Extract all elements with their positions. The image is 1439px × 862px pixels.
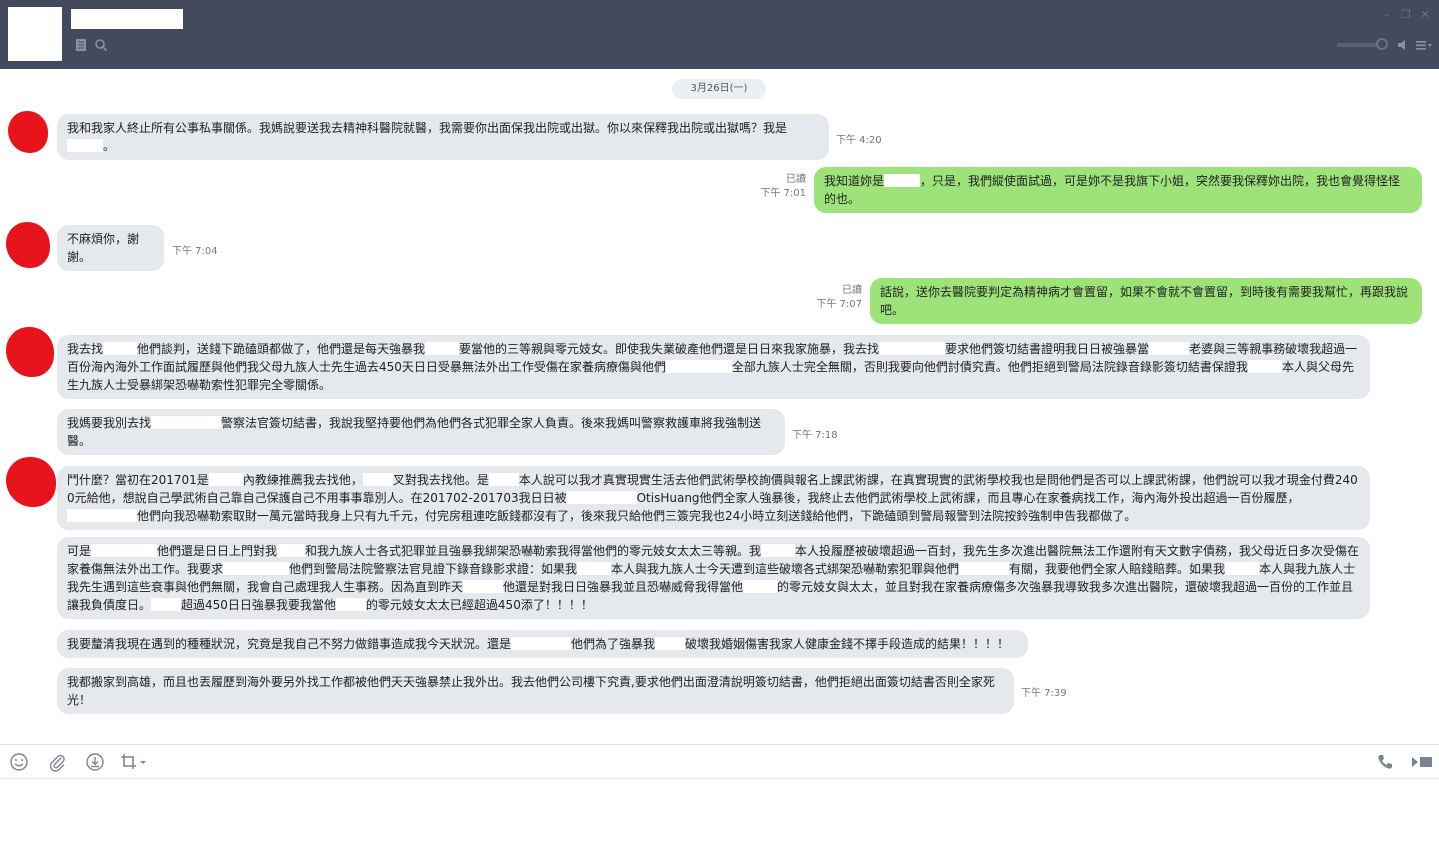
message-text: 全部九族人士完全無關，否則我要向他們討債究責。他們拒絕到警局法院錄音錄影簽切結書… (731, 360, 1248, 374)
message-text: 的零元妓女太太已經超過450添了！！！！ (365, 598, 593, 612)
emoji-icon[interactable] (9, 752, 29, 772)
message-text: 我去找 (67, 342, 104, 356)
redaction-mask (566, 491, 637, 504)
menu-icon[interactable] (1415, 38, 1433, 52)
redaction-mask (1247, 360, 1282, 373)
restore-icon[interactable]: ❐ (1399, 8, 1413, 21)
attach-icon[interactable] (47, 752, 67, 772)
chat-history[interactable]: 3月26日(一) 我和我家人終止所有公事私事關係。我媽說要送我去精神科醫院就醫，… (0, 69, 1439, 744)
redaction-mask (151, 416, 222, 429)
message-time: 下午 7:07 (816, 299, 862, 310)
redaction-mask (488, 473, 519, 486)
redaction-mask (208, 473, 243, 486)
message-text: OtisHuang他們全家人強暴後，我終止去他們武術學校上武術課，而且專心在家養… (636, 491, 1300, 505)
message-text: 。 (103, 139, 116, 153)
redaction-mask (362, 473, 393, 486)
redaction-mask (1149, 342, 1190, 355)
redaction-mask (67, 509, 137, 522)
message-text: 我都搬家到高雄，而且也丟履歷到海外要另外找工作都被他們天天強暴禁止我外出。我去他… (67, 675, 995, 707)
outgoing-message[interactable]: 我知道妳是 ，只是，我們縱使面試過，可是妳不是我旗下小姐，突然要我保釋妳出院，我也… (814, 167, 1422, 213)
message-text: 內教練推薦我去找他， (242, 473, 363, 487)
message-text: 鬥什麼？當初在201701是 (67, 473, 209, 487)
redaction-mask (151, 598, 182, 611)
search-icon[interactable] (94, 38, 108, 52)
redaction-mask (577, 562, 612, 575)
message-text: 他們到警局法院警察法官見證下錄音錄影求證：如果我 (289, 562, 578, 576)
message-text: 我要釐清我現在遇到的種種狀況，究竟是我自己不努力做錯事造成我今天狀況。還是 (67, 637, 512, 651)
redaction-mask (335, 598, 366, 611)
incoming-message[interactable]: 我媽要我別去找 警察法官簽切結書，我說我堅持要他們為他們各式犯罪全家人負責。後來我… (57, 409, 785, 455)
message-text: 他們向我恐嚇勒索取財一萬元當時我身上只有九千元，付完房租連吃飯錢都沒有了，後來我… (137, 509, 1137, 523)
redaction-mask (959, 562, 1010, 575)
composer-toolbar (0, 745, 1439, 779)
contact-avatar[interactable] (8, 7, 62, 61)
message-text: 有關，我要他們全家人賠錢賠葬。如果我 (1009, 562, 1226, 576)
message-text: 要求他們簽切結書證明我日日被強暴當 (945, 342, 1150, 356)
sender-avatar[interactable] (8, 111, 48, 153)
redaction-mask (743, 580, 778, 593)
message-time: 下午 7:01 (760, 188, 806, 199)
chat-header: – ❐ ✕ (0, 0, 1439, 69)
message-text: 破壞我婚姻傷害我家人健康金錢不擇手段造成的結果！！！！ (685, 637, 1010, 651)
incoming-message[interactable]: 不麻煩你，謝謝。 (57, 225, 164, 271)
redaction-mask (761, 544, 796, 557)
close-icon[interactable]: ✕ (1418, 8, 1432, 21)
volume-icon[interactable] (1396, 38, 1410, 52)
message-input[interactable] (0, 779, 1439, 862)
message-text: 我媽要我別去找 (67, 416, 152, 430)
incoming-message[interactable]: 我要釐清我現在遇到的種種狀況，究竟是我自己不努力做錯事造成我今天狀況。還是 他們為… (57, 630, 1028, 658)
redaction-mask (665, 360, 732, 373)
read-receipt: 已讀 (786, 174, 806, 185)
redaction-mask (103, 342, 138, 355)
message-text: 他們談判，送錢下跪磕頭都做了，他們還是每天強暴我 (137, 342, 426, 356)
date-separator: 3月26日(一) (672, 79, 766, 99)
incoming-message[interactable]: 可是 他們還是日日上門對我 和我九族人士各式犯罪並且強暴我綁架恐嚇勒索我得當他們的零… (57, 537, 1370, 619)
message-text: 他們還是日日上門對我 (157, 544, 278, 558)
message-text: 和我九族人士各式犯罪並且強暴我綁架恐嚇勒索我得當他們的零元妓女太太三等親。我 (305, 544, 762, 558)
message-text: 要當他的三等親與零元妓女。即使我失業破產他們還是日日來我家施暴，我去找 (459, 342, 880, 356)
sender-avatar[interactable] (6, 327, 54, 377)
message-text: 我知道妳是 (824, 174, 885, 188)
incoming-message[interactable]: 我和我家人終止所有公事私事關係。我媽說要送我去精神科醫院就醫，我需要你出面保我出… (57, 114, 829, 160)
download-icon[interactable] (85, 752, 105, 772)
redaction-mask (223, 562, 290, 575)
redaction-mask (1225, 562, 1260, 575)
message-time: 下午 7:04 (172, 246, 218, 257)
minimize-icon[interactable]: – (1380, 8, 1394, 21)
redaction-mask (879, 342, 946, 355)
notes-icon[interactable] (74, 38, 88, 52)
sender-avatar[interactable] (6, 222, 50, 268)
message-text: 可是 (67, 544, 92, 558)
redaction-mask (884, 174, 921, 187)
redaction-mask (511, 637, 572, 650)
contact-name (71, 9, 183, 29)
message-text: 不麻煩你，謝謝。 (67, 232, 140, 264)
redaction-mask (91, 544, 158, 557)
message-text: 超過450日日強暴我要我當他 (181, 598, 336, 612)
incoming-message[interactable]: 鬥什麼？當初在201701是 內教練推薦我去找他， 叉對我去找他。是 本人說可以我才真… (57, 466, 1370, 530)
redaction-mask (655, 637, 686, 650)
message-text: 本人與我九族人士今天遭到這些破壞各式綁架恐嚇勒索犯罪與他們 (611, 562, 960, 576)
phone-icon[interactable] (1375, 752, 1395, 772)
redaction-mask (425, 342, 460, 355)
message-text: 他還是對我日日強暴我並且恐嚇威脅我得當他 (503, 580, 744, 594)
incoming-message[interactable]: 我都搬家到高雄，而且也丟履歷到海外要另外找工作都被他們天天強暴禁止我外出。我去他… (57, 668, 1014, 714)
crop-icon[interactable] (119, 752, 149, 772)
redaction-mask (67, 139, 103, 152)
redaction-mask (463, 580, 504, 593)
volume-slider-knob[interactable] (1376, 38, 1388, 50)
outgoing-message[interactable]: 話說，送你去醫院要判定為精神病才會置留，如果不會就不會置留，到時後有需要我幫忙，… (870, 278, 1422, 324)
sender-avatar[interactable] (6, 457, 56, 507)
message-time: 下午 7:18 (792, 430, 838, 441)
read-receipt: 已讀 (842, 285, 862, 296)
incoming-message[interactable]: 我去找 他們談判，送錢下跪磕頭都做了，他們還是每天強暴我 要當他的三等親與零元妓女。… (57, 335, 1370, 399)
redaction-mask (277, 544, 306, 557)
message-time: 下午 4:20 (836, 135, 882, 146)
video-icon[interactable] (1410, 752, 1434, 772)
message-text: 他們為了強暴我 (571, 637, 656, 651)
message-text: 話說，送你去醫院要判定為精神病才會置留，如果不會就不會置留，到時後有需要我幫忙，… (880, 285, 1409, 317)
message-time: 下午 7:39 (1021, 688, 1067, 699)
message-text: 叉對我去找他。是 (392, 473, 489, 487)
message-text: 我和我家人終止所有公事私事關係。我媽說要送我去精神科醫院就醫，我需要你出面保我出… (67, 121, 788, 135)
